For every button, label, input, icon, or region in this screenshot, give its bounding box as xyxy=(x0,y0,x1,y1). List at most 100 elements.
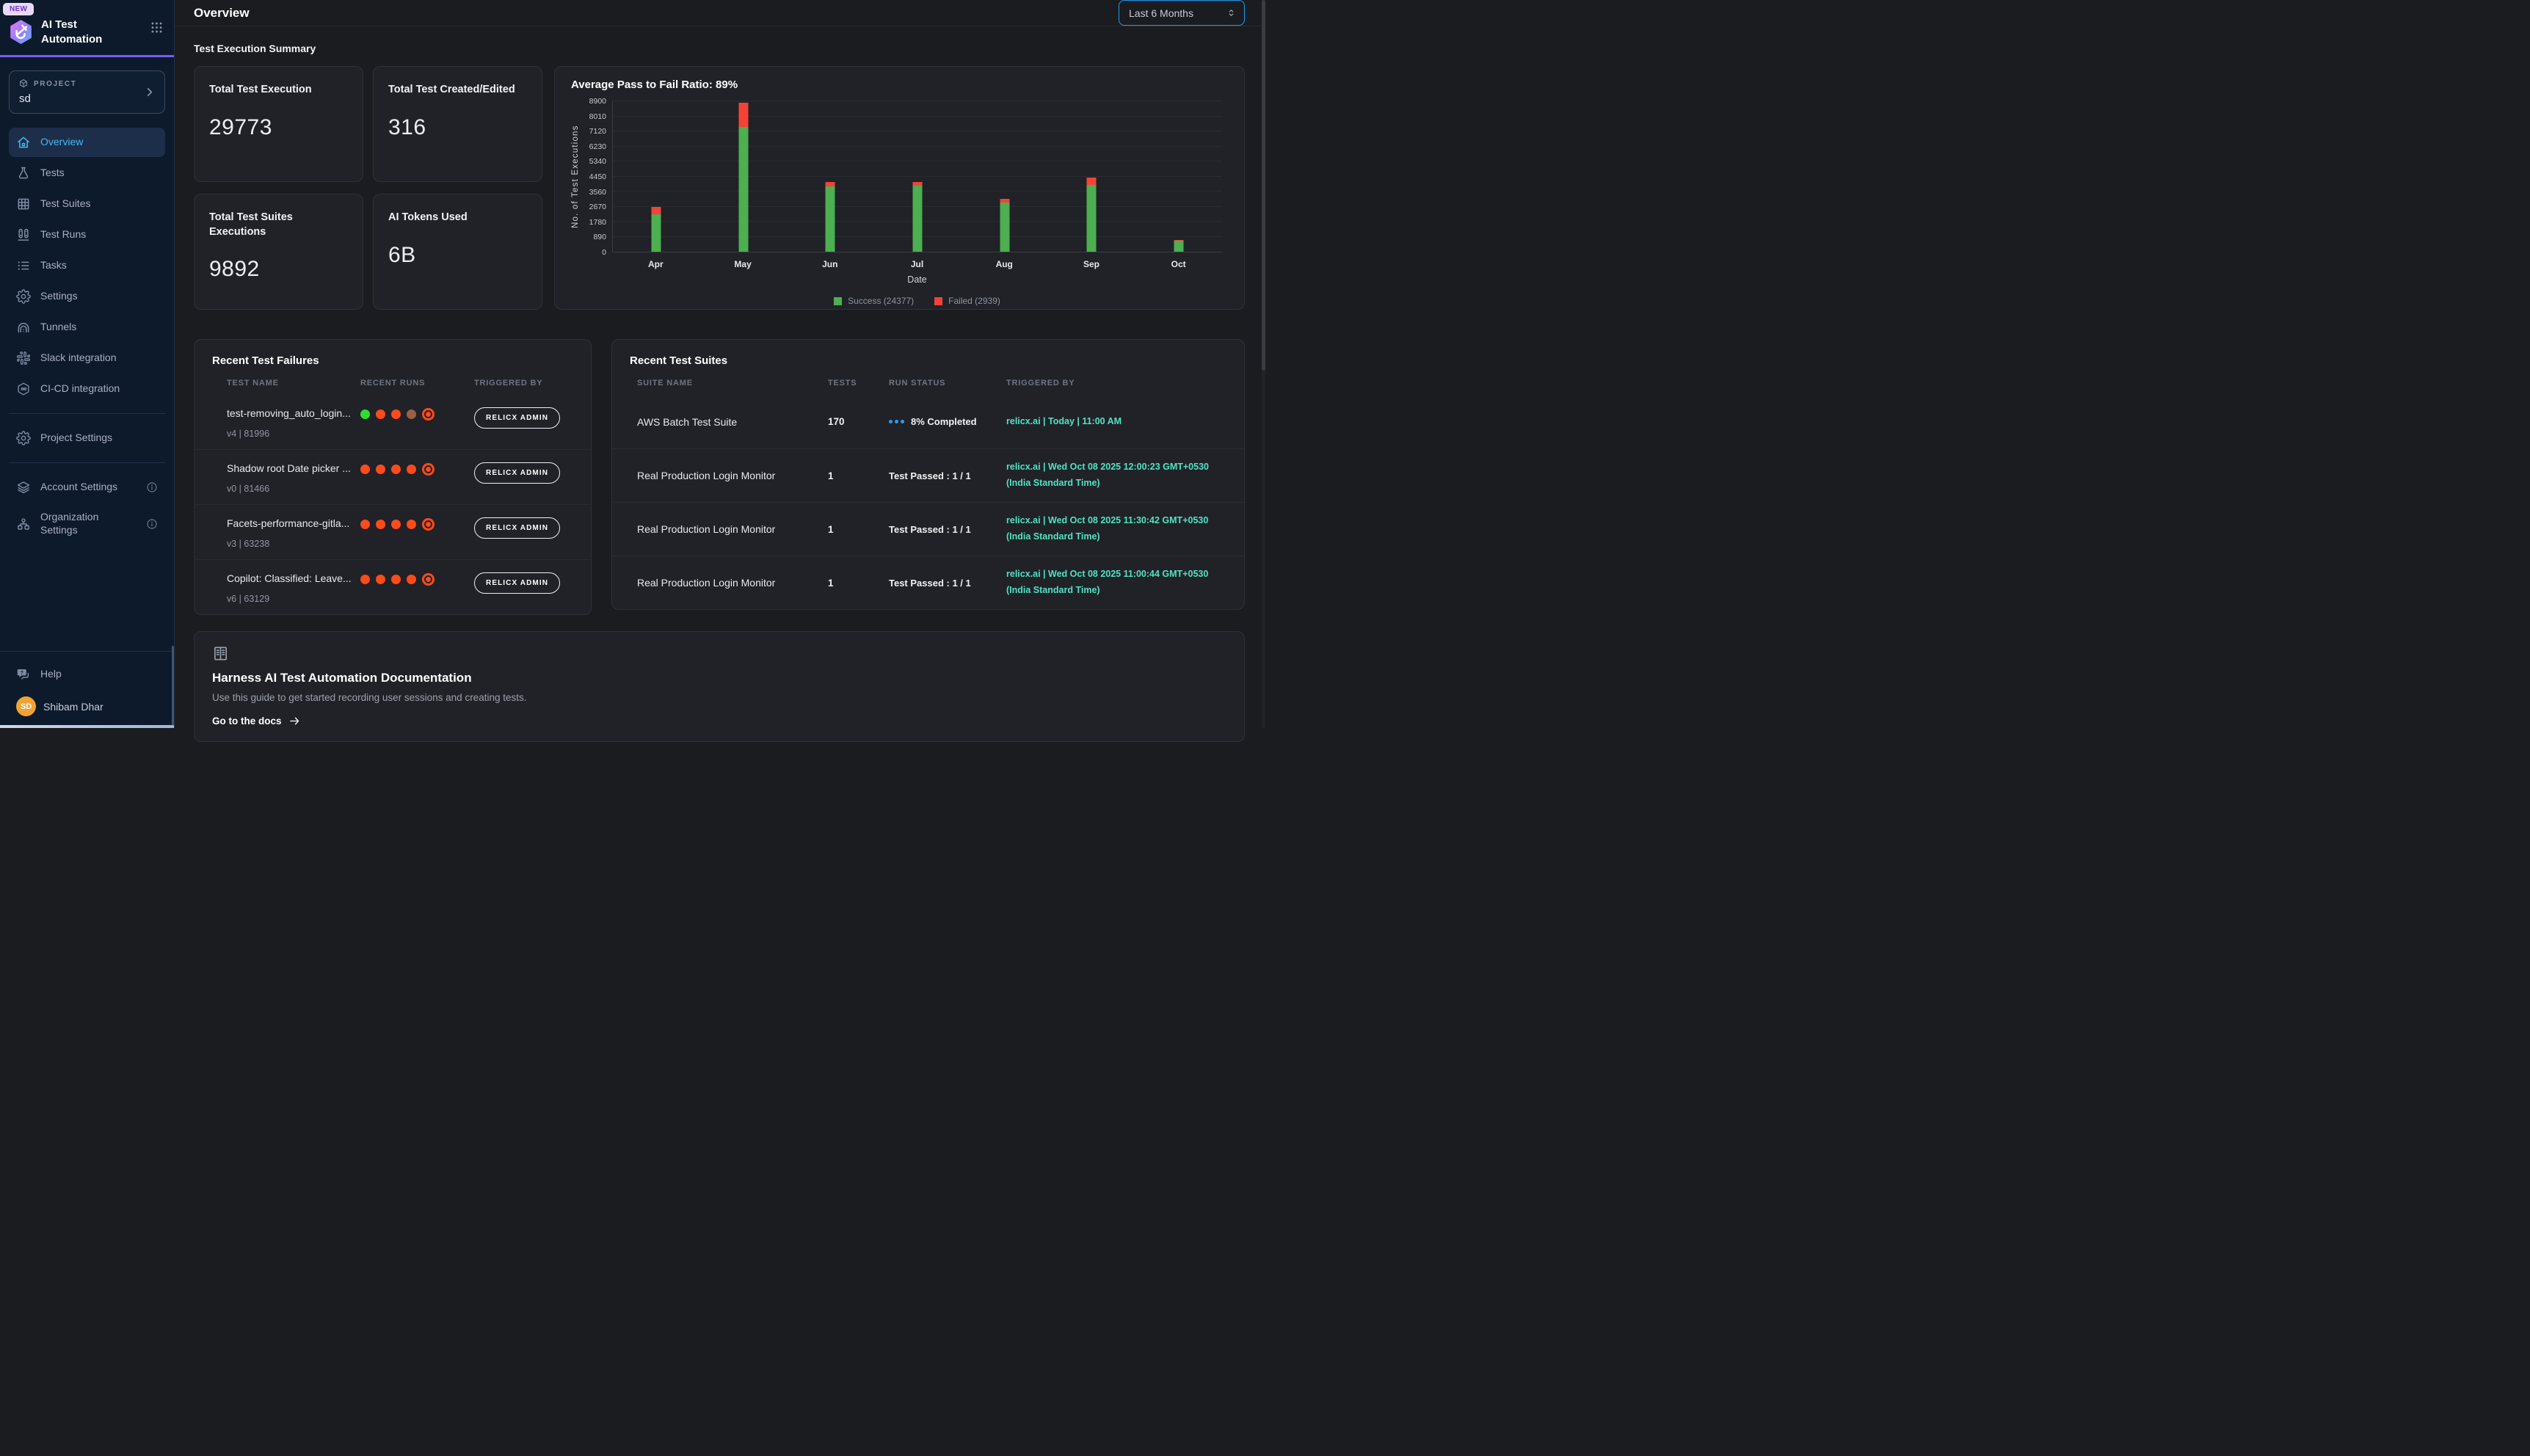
run-dot-failed xyxy=(391,520,401,529)
test-name[interactable]: Facets-performance-gitla... xyxy=(227,517,360,529)
run-dot-failed xyxy=(407,575,416,584)
sidebar-item-tests[interactable]: Tests xyxy=(9,159,165,188)
flask-icon xyxy=(16,166,31,181)
triggered-by-button[interactable]: RELICX ADMIN xyxy=(474,517,560,539)
info-icon[interactable] xyxy=(146,518,158,530)
time-range-select[interactable]: Last 6 Months xyxy=(1119,0,1245,26)
user-menu[interactable]: SD Shibam Dhar xyxy=(9,690,165,716)
pass-fail-chart-card: Average Pass to Fail Ratio: 89% No. of T… xyxy=(554,66,1245,310)
y-tick-label: 890 xyxy=(593,233,606,241)
test-version-id: v4 | 81996 xyxy=(227,429,360,439)
sidebar-nav: Overview Tests Test Suites xyxy=(0,118,174,651)
run-status: 8% Completed xyxy=(889,416,1006,427)
legend-item[interactable]: Success (24377) xyxy=(834,296,914,306)
legend-item[interactable]: Failed (2939) xyxy=(934,296,1000,306)
run-dot-failed xyxy=(376,520,385,529)
project-selector[interactable]: PROJECT sd xyxy=(9,70,165,114)
sidebar-item-tasks[interactable]: Tasks xyxy=(9,251,165,280)
sidebar-item-help[interactable]: ? Help xyxy=(9,660,165,689)
docs-description: Use this guide to get started recording … xyxy=(212,692,1226,703)
project-label: PROJECT xyxy=(34,80,76,88)
suite-tests: 1 xyxy=(828,470,889,481)
stat-card-total-test-execution: Total Test Execution 29773 xyxy=(194,66,363,182)
suite-name[interactable]: Real Production Login Monitor xyxy=(637,523,828,535)
y-tick-label: 4450 xyxy=(589,172,606,181)
y-tick-label: 5340 xyxy=(589,157,606,166)
suite-name[interactable]: Real Production Login Monitor xyxy=(637,577,828,589)
test-name[interactable]: Copilot: Classified: Leave... xyxy=(227,572,360,584)
help-chat-icon: ? xyxy=(16,667,31,682)
run-dot-failed xyxy=(376,465,385,474)
topbar: Overview Last 6 Months xyxy=(175,0,1265,26)
triggered-by-button[interactable]: RELICX ADMIN xyxy=(474,462,560,484)
sidebar-item-slack-integration[interactable]: Slack integration xyxy=(9,343,165,373)
run-status: Test Passed : 1 / 1 xyxy=(889,524,1006,535)
sidebar-item-test-runs[interactable]: Test Runs xyxy=(9,220,165,250)
chart-title: Average Pass to Fail Ratio: 89% xyxy=(571,79,1228,91)
run-status: Test Passed : 1 / 1 xyxy=(889,578,1006,589)
bar-sep xyxy=(1087,101,1097,252)
table-row[interactable]: AWS Batch Test Suite 170 8% Completed re… xyxy=(612,395,1244,448)
x-tick-label: Apr xyxy=(612,252,699,269)
org-chart-icon xyxy=(16,517,31,531)
sidebar-item-organization-settings[interactable]: Organization Settings xyxy=(9,503,165,544)
table-row[interactable]: Real Production Login Monitor 1 Test Pas… xyxy=(612,448,1244,502)
test-version-id: v3 | 63238 xyxy=(227,539,360,549)
table-row[interactable]: Real Production Login Monitor 1 Test Pas… xyxy=(612,502,1244,556)
stat-value: 316 xyxy=(388,115,527,140)
sidebar-horizontal-scrollbar[interactable] xyxy=(0,725,174,728)
y-tick-label: 8900 xyxy=(589,97,606,106)
info-icon[interactable] xyxy=(146,481,158,493)
run-dot-failed xyxy=(376,410,385,419)
table-row[interactable]: Shadow root Date picker ... v0 | 81466 R… xyxy=(195,449,591,504)
sidebar-item-overview[interactable]: Overview xyxy=(9,128,165,157)
go-to-docs-link[interactable]: Go to the docs xyxy=(212,715,301,727)
recent-runs xyxy=(360,463,474,476)
stat-cards: Total Test Execution 29773 Total Test Cr… xyxy=(194,66,542,310)
table-row[interactable]: Facets-performance-gitla... v3 | 63238 R… xyxy=(195,504,591,559)
test-version-id: v6 | 63129 xyxy=(227,594,360,604)
columns-icon xyxy=(16,228,31,242)
triggered-by-button[interactable]: RELICX ADMIN xyxy=(474,572,560,594)
suite-name[interactable]: Real Production Login Monitor xyxy=(637,470,828,481)
table-header: SUITE NAME TESTS RUN STATUS TRIGGERED BY xyxy=(612,370,1244,395)
chart-xlabels: AprMayJunJulAugSepOct xyxy=(612,252,1222,269)
y-tick-label: 1780 xyxy=(589,218,606,227)
stat-value: 9892 xyxy=(209,257,348,282)
recent-test-failures-panel: Recent Test Failures TEST NAME RECENT RU… xyxy=(194,339,592,615)
y-tick-label: 6230 xyxy=(589,142,606,151)
sidebar-item-project-settings[interactable]: Project Settings xyxy=(9,423,165,453)
run-dot-latest-failed xyxy=(422,408,435,421)
sidebar-item-tunnels[interactable]: Tunnels xyxy=(9,313,165,342)
triggered-by-button[interactable]: RELICX ADMIN xyxy=(474,407,560,429)
legend-swatch-icon xyxy=(834,297,842,305)
suite-name[interactable]: AWS Batch Test Suite xyxy=(637,416,828,428)
test-name[interactable]: Shadow root Date picker ... xyxy=(227,462,360,474)
chart-legend: Success (24377) Failed (2939) xyxy=(612,296,1222,306)
divider xyxy=(9,462,165,463)
sidebar-bottom: ? Help SD Shibam Dhar xyxy=(0,651,174,728)
sidebar-item-cicd-integration[interactable]: CI-CD integration xyxy=(9,374,165,404)
chevron-up-down-icon xyxy=(1226,7,1237,18)
page-scrollbar-thumb[interactable] xyxy=(1262,0,1265,371)
apps-grid-icon[interactable] xyxy=(150,21,164,34)
stat-value: 29773 xyxy=(209,115,348,140)
sidebar-item-test-suites[interactable]: Test Suites xyxy=(9,189,165,219)
app-title: AI Test Automation xyxy=(41,18,119,46)
page-title: Overview xyxy=(194,6,250,21)
test-name[interactable]: test-removing_auto_login... xyxy=(227,407,360,419)
run-dot-failed xyxy=(360,465,370,474)
table-row[interactable]: test-removing_auto_login... v4 | 81996 R… xyxy=(195,395,591,449)
table-row[interactable]: Copilot: Classified: Leave... v6 | 63129… xyxy=(195,559,591,614)
page-scrollbar[interactable] xyxy=(1262,0,1265,728)
sidebar-item-account-settings[interactable]: Account Settings xyxy=(9,473,165,502)
run-dot-latest-failed xyxy=(422,573,435,586)
run-status: Test Passed : 1 / 1 xyxy=(889,470,1006,481)
stat-card-total-suite-executions: Total Test Suites Executions 9892 xyxy=(194,194,363,310)
table-row[interactable]: Real Production Login Monitor 1 Test Pas… xyxy=(612,556,1244,609)
x-tick-label: Jun xyxy=(786,252,873,269)
run-dot-failed xyxy=(391,575,401,584)
run-dot-stale xyxy=(407,410,416,419)
sidebar-scrollbar-thumb[interactable] xyxy=(172,646,174,725)
sidebar-item-settings[interactable]: Settings xyxy=(9,282,165,311)
